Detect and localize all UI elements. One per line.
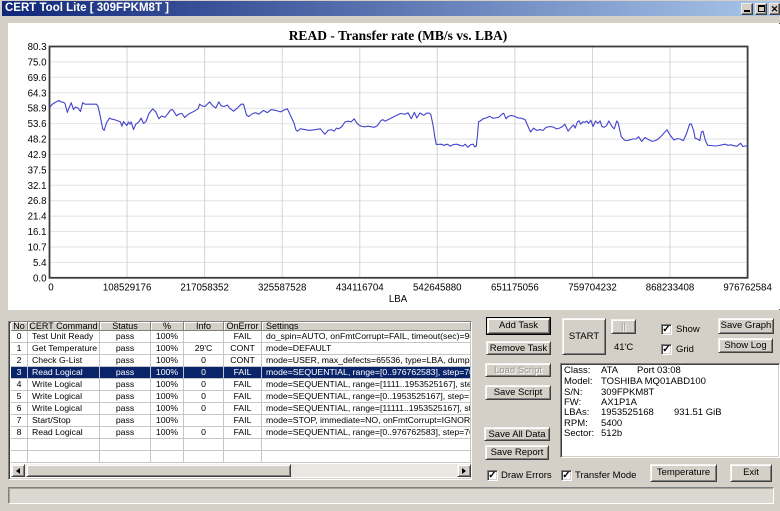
- svg-text:976762584: 976762584: [723, 283, 772, 294]
- svg-text:48.2: 48.2: [28, 135, 47, 146]
- svg-text:10.7: 10.7: [28, 243, 47, 254]
- svg-text:0: 0: [48, 283, 54, 294]
- svg-text:0.0: 0.0: [33, 273, 47, 284]
- svg-text:434116704: 434116704: [336, 283, 384, 294]
- svg-text:26.8: 26.8: [28, 196, 47, 207]
- svg-text:64.3: 64.3: [28, 88, 47, 99]
- svg-text:32.1: 32.1: [28, 181, 47, 192]
- svg-text:325587528: 325587528: [258, 283, 307, 294]
- svg-text:651175056: 651175056: [491, 283, 539, 294]
- svg-text:80.3: 80.3: [28, 42, 47, 53]
- svg-text:542645880: 542645880: [413, 283, 462, 294]
- svg-text:868233408: 868233408: [646, 283, 695, 294]
- svg-text:75.0: 75.0: [28, 57, 47, 68]
- svg-text:37.5: 37.5: [28, 165, 47, 176]
- svg-text:42.9: 42.9: [28, 150, 47, 161]
- svg-text:759704232: 759704232: [568, 283, 617, 294]
- svg-text:53.6: 53.6: [28, 119, 47, 130]
- svg-text:21.4: 21.4: [28, 212, 47, 223]
- svg-text:LBA: LBA: [389, 294, 408, 305]
- svg-text:217058352: 217058352: [180, 283, 229, 294]
- svg-text:108529176: 108529176: [103, 283, 152, 294]
- svg-text:58.9: 58.9: [28, 104, 47, 115]
- svg-text:5.4: 5.4: [33, 258, 47, 269]
- svg-text:69.6: 69.6: [28, 73, 47, 84]
- svg-text:READ - Transfer rate (MB/s vs.: READ - Transfer rate (MB/s vs. LBA): [289, 28, 508, 43]
- svg-text:16.1: 16.1: [28, 227, 47, 238]
